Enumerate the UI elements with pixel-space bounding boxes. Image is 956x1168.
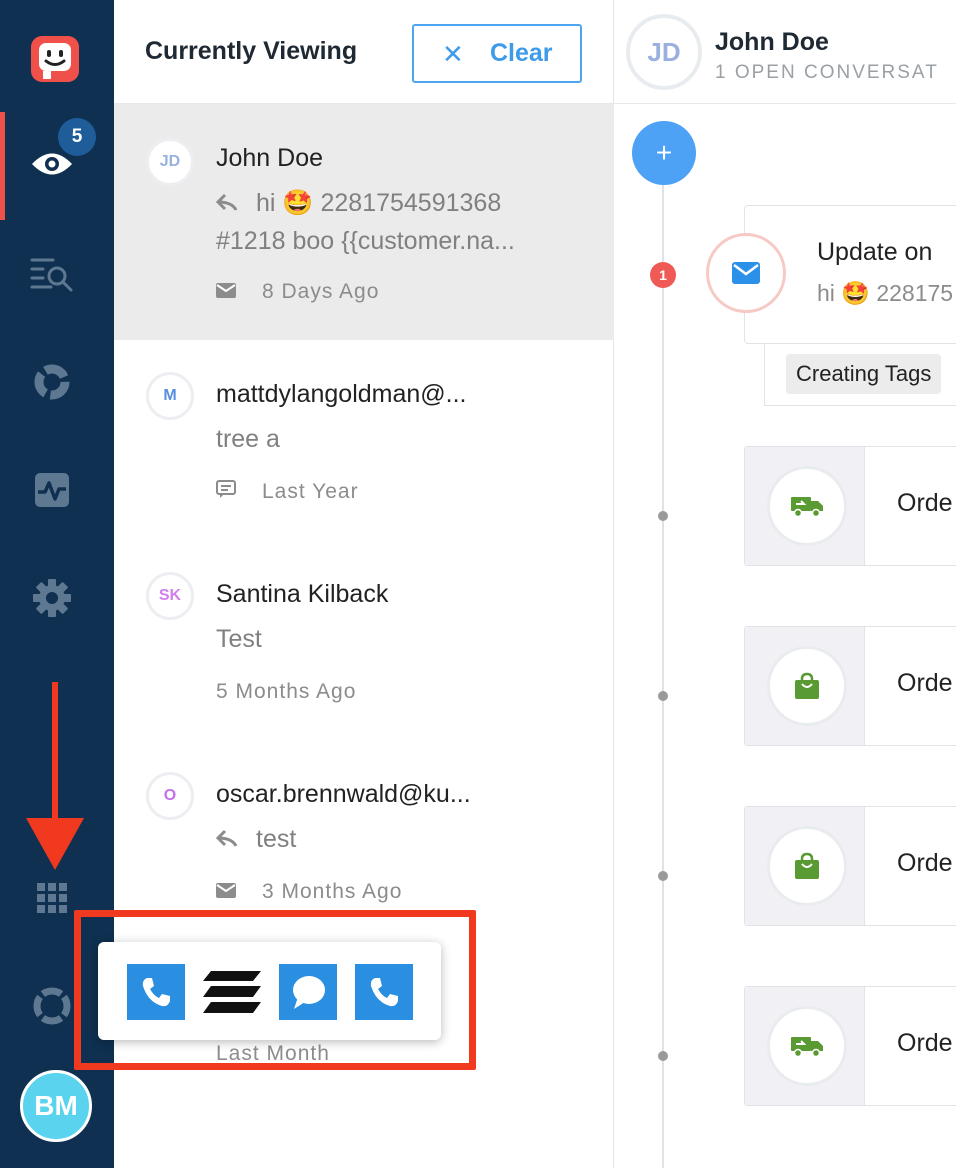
add-button[interactable]: + bbox=[632, 121, 696, 185]
robot-face-icon[interactable] bbox=[29, 34, 81, 84]
clear-button-label: Clear bbox=[490, 39, 553, 67]
timeline-dot bbox=[658, 511, 668, 521]
unread-badge: 5 bbox=[58, 118, 96, 156]
customer-header: JD John Doe 1 OPEN CONVERSAT bbox=[614, 0, 956, 104]
order-label: Orde bbox=[897, 1029, 953, 1057]
chat-icon bbox=[216, 480, 262, 504]
gear-icon[interactable] bbox=[27, 573, 77, 623]
message-preview: tree a bbox=[216, 425, 280, 453]
shopping-bag-icon bbox=[767, 646, 847, 726]
message-preview: Test bbox=[216, 625, 262, 653]
message-preview: test bbox=[215, 821, 296, 858]
order-card[interactable]: Orde bbox=[744, 626, 956, 746]
contact-avatar: JD bbox=[146, 138, 194, 186]
delivery-truck-icon bbox=[767, 1006, 847, 1086]
conversation-subject: Update on bbox=[817, 238, 933, 266]
order-label: Orde bbox=[897, 849, 953, 877]
contact-avatar: O bbox=[146, 772, 194, 820]
active-indicator bbox=[0, 112, 5, 220]
conversation-preview: hi 🤩 228175 bbox=[817, 280, 954, 306]
conversation-count: 1 OPEN CONVERSAT bbox=[715, 62, 939, 83]
close-icon: ✕ bbox=[442, 39, 464, 69]
conversation-meta: 5 Months Ago bbox=[216, 680, 356, 704]
conversation-meta: 3 Months Ago bbox=[216, 880, 402, 904]
clear-button[interactable]: ✕ Clear bbox=[412, 24, 582, 83]
contact-avatar: SK bbox=[146, 572, 194, 620]
timeline-dot bbox=[658, 1051, 668, 1061]
message-preview-line2: #1218 boo {{customer.na... bbox=[216, 227, 515, 255]
conversation-item[interactable]: SK Santina Kilback Test 5 Months Ago bbox=[114, 540, 614, 740]
conversation-time: 3 Months Ago bbox=[262, 880, 403, 903]
search-list-icon[interactable] bbox=[27, 248, 77, 298]
order-card[interactable]: Orde bbox=[744, 986, 956, 1106]
timeline-dot bbox=[658, 871, 668, 881]
tag-chip[interactable]: Creating Tags bbox=[786, 354, 942, 394]
timeline-dot bbox=[658, 691, 668, 701]
lifebuoy-icon[interactable] bbox=[27, 981, 77, 1031]
conversation-meta: 8 Days Ago bbox=[216, 280, 379, 304]
annotation-highlight-box bbox=[74, 910, 476, 1070]
customer-name: John Doe bbox=[715, 28, 829, 56]
delivery-truck-icon bbox=[767, 466, 847, 546]
customer-avatar: JD bbox=[626, 14, 702, 90]
conversation-item[interactable]: M mattdylangoldman@... tree a Last Year bbox=[114, 340, 614, 540]
conversation-time: 5 Months Ago bbox=[216, 680, 357, 703]
conversation-meta: Last Year bbox=[216, 480, 359, 504]
unread-count-badge: 1 bbox=[650, 262, 676, 288]
mail-icon bbox=[216, 880, 262, 904]
contact-name: oscar.brennwald@ku... bbox=[216, 780, 471, 808]
mail-icon bbox=[216, 280, 262, 304]
contact-name: John Doe bbox=[216, 144, 324, 172]
order-label: Orde bbox=[897, 669, 953, 697]
order-label: Orde bbox=[897, 489, 953, 517]
contact-avatar: M bbox=[146, 372, 194, 420]
conversation-item[interactable]: JD John Doe hi 🤩 2281754591368 #1218 boo… bbox=[114, 104, 614, 340]
order-card[interactable]: Orde bbox=[744, 806, 956, 926]
contact-name: mattdylangoldman@... bbox=[216, 380, 467, 408]
reply-arrow-icon bbox=[215, 186, 256, 222]
message-preview: hi 🤩 2281754591368 bbox=[215, 185, 501, 222]
donut-chart-icon[interactable] bbox=[27, 357, 77, 407]
reply-arrow-icon bbox=[215, 822, 256, 858]
user-avatar[interactable]: BM bbox=[20, 1070, 92, 1142]
panel-title: Currently Viewing bbox=[145, 37, 358, 65]
conversation-time: 8 Days Ago bbox=[262, 280, 380, 303]
apps-grid-icon[interactable] bbox=[27, 873, 77, 923]
conversation-time: Last Year bbox=[262, 480, 359, 503]
activity-icon[interactable] bbox=[27, 465, 77, 515]
mail-icon bbox=[706, 233, 786, 313]
timeline-line bbox=[662, 150, 664, 1168]
list-header: Currently Viewing ✕ Clear bbox=[114, 0, 614, 104]
shopping-bag-icon bbox=[767, 826, 847, 906]
annotation-arrow bbox=[24, 682, 86, 877]
order-card[interactable]: Orde bbox=[744, 446, 956, 566]
customer-timeline-panel: JD John Doe 1 OPEN CONVERSAT + 1 Update … bbox=[614, 0, 956, 1168]
contact-name: Santina Kilback bbox=[216, 580, 389, 608]
